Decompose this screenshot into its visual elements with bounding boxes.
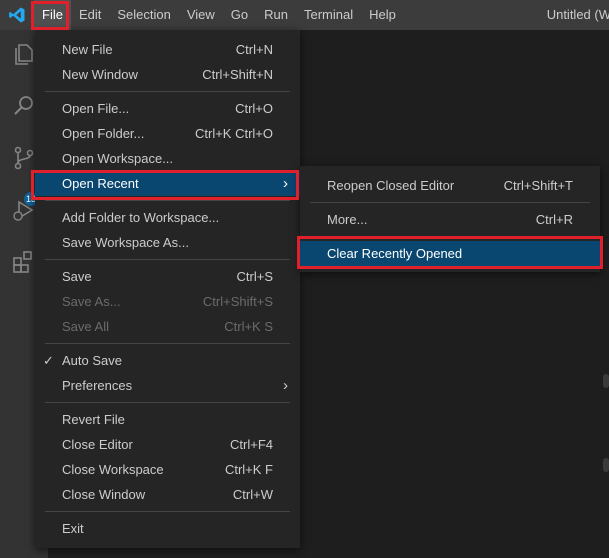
menu-item-close-editor[interactable]: Close Editor Ctrl+F4 (35, 432, 300, 457)
menu-edit[interactable]: Edit (71, 0, 109, 30)
run-debug-icon[interactable] (10, 196, 38, 224)
menu-item-label: More... (327, 212, 368, 227)
menu-run[interactable]: Run (256, 0, 296, 30)
file-menu: New File Ctrl+N New Window Ctrl+Shift+N … (35, 30, 300, 548)
menu-item-save-as[interactable]: Save As... Ctrl+Shift+S (35, 289, 300, 314)
menu-item-label: Open Workspace... (62, 151, 174, 166)
menu-separator (310, 202, 590, 203)
menu-terminal[interactable]: Terminal (296, 0, 361, 30)
source-control-icon[interactable] (10, 144, 38, 172)
checkmark-icon: ✓ (43, 353, 54, 368)
search-icon[interactable] (10, 92, 38, 120)
menu-item-label: Open Recent (62, 176, 139, 191)
menu-item-label: Preferences (62, 378, 133, 393)
menu-separator (45, 91, 290, 92)
chevron-right-icon: › (283, 175, 288, 192)
editor-edge-mark (603, 458, 609, 472)
menu-view[interactable]: View (179, 0, 223, 30)
menu-item-label: Save Workspace As... (62, 235, 189, 250)
menu-item-open-folder[interactable]: Open Folder... Ctrl+K Ctrl+O (35, 121, 300, 146)
menu-file[interactable]: File (34, 0, 71, 30)
menu-item-label: New Window (62, 67, 138, 82)
menu-item-save-all[interactable]: Save All Ctrl+K S (35, 314, 300, 339)
menu-go[interactable]: Go (223, 0, 256, 30)
menu-item-new-window[interactable]: New Window Ctrl+Shift+N (35, 62, 300, 87)
menu-item-shortcut: Ctrl+N (235, 42, 273, 57)
menu-item-more[interactable]: More... Ctrl+R (300, 207, 600, 232)
menu-item-label: New File (62, 42, 113, 57)
menu-item-label: Open File... (62, 101, 130, 116)
menu-item-exit[interactable]: Exit (35, 516, 300, 541)
menu-item-revert-file[interactable]: Revert File (35, 407, 300, 432)
menu-item-shortcut: Ctrl+O (235, 101, 273, 116)
menu-item-shortcut: Ctrl+W (232, 487, 273, 502)
menu-separator (45, 200, 290, 201)
menu-item-save-workspace-as[interactable]: Save Workspace As... (35, 230, 300, 255)
menu-separator (45, 259, 290, 260)
menu-item-label: Save (62, 269, 92, 284)
editor-edge-mark (603, 374, 609, 388)
menu-item-label: Close Editor (62, 437, 133, 452)
menu-item-label: Save All (62, 319, 109, 334)
menu-item-shortcut: Ctrl+Shift+N (202, 67, 273, 82)
menu-item-label: Clear Recently Opened (327, 246, 463, 261)
menu-item-label: Exit (62, 521, 84, 536)
open-recent-submenu: Reopen Closed Editor Ctrl+Shift+T More..… (300, 166, 600, 272)
menu-item-preferences[interactable]: Preferences › (35, 373, 300, 398)
menu-separator (45, 511, 290, 512)
menu-item-shortcut: Ctrl+R (535, 212, 573, 227)
menu-selection[interactable]: Selection (109, 0, 178, 30)
menu-item-label: Reopen Closed Editor (327, 178, 455, 193)
menu-separator (45, 343, 290, 344)
menu-item-label: Open Folder... (62, 126, 145, 141)
vscode-logo-icon (9, 7, 25, 23)
menu-item-open-recent[interactable]: Open Recent › (35, 171, 300, 196)
menu-separator (45, 402, 290, 403)
menu-item-shortcut: Ctrl+S (236, 269, 273, 284)
chevron-right-icon: › (283, 377, 288, 394)
explorer-icon[interactable] (10, 40, 38, 68)
menu-item-label: Add Folder to Workspace... (62, 210, 220, 225)
menu-item-new-file[interactable]: New File Ctrl+N (35, 37, 300, 62)
menu-item-auto-save[interactable]: ✓ Auto Save (35, 348, 300, 373)
menu-item-shortcut: Ctrl+K S (224, 319, 273, 334)
window-title: Untitled (W (546, 7, 609, 22)
menu-item-label: Auto Save (62, 353, 122, 368)
menu-item-shortcut: Ctrl+Shift+S (202, 294, 273, 309)
menu-item-shortcut: Ctrl+F4 (230, 437, 273, 452)
menu-item-label: Revert File (62, 412, 125, 427)
menu-item-close-window[interactable]: Close Window Ctrl+W (35, 482, 300, 507)
menu-item-add-folder-to-workspace[interactable]: Add Folder to Workspace... (35, 205, 300, 230)
menu-item-open-workspace[interactable]: Open Workspace... (35, 146, 300, 171)
menu-item-label: Save As... (62, 294, 121, 309)
menu-item-label: Close Workspace (62, 462, 164, 477)
menu-item-shortcut: Ctrl+K Ctrl+O (194, 126, 273, 141)
menu-item-close-workspace[interactable]: Close Workspace Ctrl+K F (35, 457, 300, 482)
menu-item-open-file[interactable]: Open File... Ctrl+O (35, 96, 300, 121)
menu-help[interactable]: Help (361, 0, 404, 30)
menu-item-save[interactable]: Save Ctrl+S (35, 264, 300, 289)
menu-separator (310, 236, 590, 237)
menu-item-label: Close Window (62, 487, 146, 502)
menu-item-clear-recently-opened[interactable]: Clear Recently Opened (300, 241, 600, 266)
menu-item-shortcut: Ctrl+Shift+T (503, 178, 573, 193)
menu-bar: File Edit Selection View Go Run Terminal… (34, 0, 404, 30)
menu-item-shortcut: Ctrl+K F (224, 462, 273, 477)
title-bar: File Edit Selection View Go Run Terminal… (0, 0, 609, 30)
extensions-icon[interactable] (10, 248, 38, 276)
menu-item-reopen-closed-editor[interactable]: Reopen Closed Editor Ctrl+Shift+T (300, 173, 600, 198)
